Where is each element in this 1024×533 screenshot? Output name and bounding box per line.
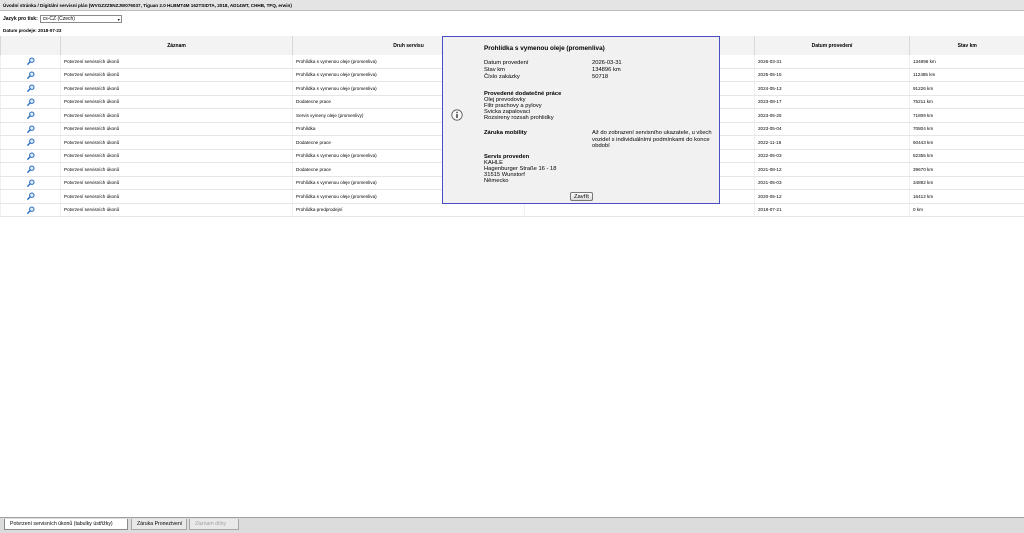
bottom-tab-bar: Potvrzení servisních úkonů (tabulky ústř… bbox=[0, 517, 1024, 533]
popup-service-line: Německo bbox=[484, 178, 509, 184]
km-cell: 75211 km bbox=[909, 95, 1024, 109]
record-cell: Potvrzení servisních úkonů bbox=[60, 55, 293, 69]
column-header-icon bbox=[0, 36, 61, 55]
date-cell: 2022-05-03 bbox=[754, 149, 910, 163]
popup-field-label-km: Stav km bbox=[484, 67, 505, 73]
column-header-km: Stav km bbox=[909, 36, 1024, 55]
tab-service-confirmations[interactable]: Potvrzení servisních úkonů (tabulky ústř… bbox=[4, 519, 128, 530]
row-action-cell[interactable] bbox=[0, 149, 61, 163]
row-action-cell[interactable] bbox=[0, 108, 61, 123]
magnifier-icon[interactable] bbox=[26, 179, 35, 187]
row-action-cell[interactable] bbox=[0, 176, 61, 190]
tab-mobility-warranty[interactable]: Záruka Proneztvení bbox=[131, 519, 187, 530]
popup-mobility-text: Až do zobrazení servisního ukazatele, u … bbox=[592, 130, 712, 150]
magnifier-icon[interactable] bbox=[26, 192, 35, 201]
magnifier-icon[interactable] bbox=[26, 98, 35, 106]
record-cell: Potvrzení servisních úkonů bbox=[60, 95, 293, 109]
magnifier-icon[interactable] bbox=[26, 125, 35, 133]
popup-field-label-date: Datum provedení bbox=[484, 60, 529, 66]
magnifier-icon[interactable] bbox=[26, 138, 35, 147]
sale-date-label: Datum prodeje: bbox=[3, 28, 37, 33]
popup-extra-work-item: Rozsireny rozsah prohlidky bbox=[484, 115, 554, 121]
date-cell: 2024-05-13 bbox=[754, 81, 910, 96]
km-cell: 71809 km bbox=[909, 108, 1024, 123]
km-cell: 134896 km bbox=[909, 55, 1024, 69]
tab-workshop-records[interactable]: Záznam dílny bbox=[189, 519, 239, 530]
language-select-value: cs-CZ (Czech) bbox=[42, 15, 75, 22]
language-label: Jazyk pro tisk: bbox=[3, 15, 38, 22]
record-cell: Potvrzení servisních úkonů bbox=[60, 68, 293, 82]
record-cell: Potvrzení servisních úkonů bbox=[60, 189, 293, 204]
service-detail-popup: Prohlídka s vymenou oleje (promenliva) D… bbox=[442, 36, 720, 204]
km-cell: 0 km bbox=[909, 203, 1024, 217]
sale-date-value: 2018-07-23 bbox=[37, 28, 62, 33]
close-button[interactable]: Zavřít bbox=[570, 192, 593, 201]
popup-field-value-date: 2026-03-31 bbox=[592, 60, 622, 66]
date-cell: 2018-07-21 bbox=[754, 203, 910, 217]
column-header-record: Záznam bbox=[60, 36, 293, 55]
row-action-cell[interactable] bbox=[0, 122, 61, 136]
record-cell: Potvrzení servisních úkonů bbox=[60, 176, 293, 190]
row-action-cell[interactable] bbox=[0, 68, 61, 82]
magnifier-icon[interactable] bbox=[26, 57, 35, 66]
magnifier-icon[interactable] bbox=[26, 71, 35, 79]
date-cell: 2021-05-03 bbox=[754, 176, 910, 190]
record-cell: Potvrzení servisních úkonů bbox=[60, 135, 293, 150]
row-action-cell[interactable] bbox=[0, 162, 61, 177]
date-cell: 2023-08-17 bbox=[754, 95, 910, 109]
record-cell: Potvrzení servisních úkonů bbox=[60, 81, 293, 96]
magnifier-icon[interactable] bbox=[26, 84, 35, 93]
language-select[interactable]: cs-CZ (Czech) ▾ bbox=[39, 14, 122, 23]
record-cell: Potvrzení servisních úkonů bbox=[60, 203, 293, 217]
km-cell: 16412 km bbox=[909, 189, 1024, 204]
km-cell: 39670 km bbox=[909, 162, 1024, 177]
table-row[interactable]: Potvrzení servisních úkonů Prohlídka pred… bbox=[0, 203, 1024, 217]
date-cell: 2026-03-31 bbox=[754, 55, 910, 69]
date-cell: 2022-11-18 bbox=[754, 135, 910, 150]
row-action-cell[interactable] bbox=[0, 55, 61, 69]
row-action-cell[interactable] bbox=[0, 81, 61, 96]
row-action-cell[interactable] bbox=[0, 95, 61, 109]
type-cell: Prohlídka predprodejní bbox=[292, 203, 525, 217]
blank-cell bbox=[524, 203, 755, 217]
popup-mobility-label: Záruka mobility bbox=[484, 130, 527, 136]
km-cell: 91226 km bbox=[909, 81, 1024, 96]
record-cell: Potvrzení servisních úkonů bbox=[60, 149, 293, 163]
row-action-cell[interactable] bbox=[0, 189, 61, 204]
column-header-date: Datum provedení bbox=[754, 36, 910, 55]
sale-date: Datum prodeje: 2018-07-23 bbox=[3, 28, 61, 33]
date-cell: 2025-05-15 bbox=[754, 68, 910, 82]
record-cell: Potvrzení servisních úkonů bbox=[60, 122, 293, 136]
km-cell: 112485 km bbox=[909, 68, 1024, 82]
magnifier-icon[interactable] bbox=[26, 152, 35, 160]
record-cell: Potvrzení servisních úkonů bbox=[60, 108, 293, 123]
km-cell: 60443 km bbox=[909, 135, 1024, 150]
row-action-cell[interactable] bbox=[0, 203, 61, 217]
magnifier-icon[interactable] bbox=[26, 165, 35, 174]
date-cell: 2020-05-12 bbox=[754, 189, 910, 204]
language-row: Jazyk pro tisk: cs-CZ (Czech) ▾ bbox=[3, 14, 122, 23]
popup-title: Prohlídka s vymenou oleje (promenliva) bbox=[484, 45, 605, 52]
window-title: Úvodní stránka / Digitální servisní plán… bbox=[0, 0, 1024, 11]
popup-field-value-order: 50718 bbox=[592, 74, 609, 80]
chevron-down-icon[interactable]: ▾ bbox=[118, 16, 120, 23]
km-cell: 52355 km bbox=[909, 149, 1024, 163]
magnifier-icon[interactable] bbox=[26, 111, 35, 120]
popup-field-label-order: Číslo zakázky bbox=[484, 74, 520, 80]
date-cell: 2021-08-12 bbox=[754, 162, 910, 177]
km-cell: 70804 km bbox=[909, 122, 1024, 136]
info-icon bbox=[451, 109, 463, 121]
magnifier-icon[interactable] bbox=[26, 206, 35, 214]
record-cell: Potvrzení servisních úkonů bbox=[60, 162, 293, 177]
row-action-cell[interactable] bbox=[0, 135, 61, 150]
date-cell: 2023-05-25 bbox=[754, 108, 910, 123]
date-cell: 2023-05-04 bbox=[754, 122, 910, 136]
km-cell: 34892 km bbox=[909, 176, 1024, 190]
popup-field-value-km: 134896 km bbox=[592, 67, 621, 73]
